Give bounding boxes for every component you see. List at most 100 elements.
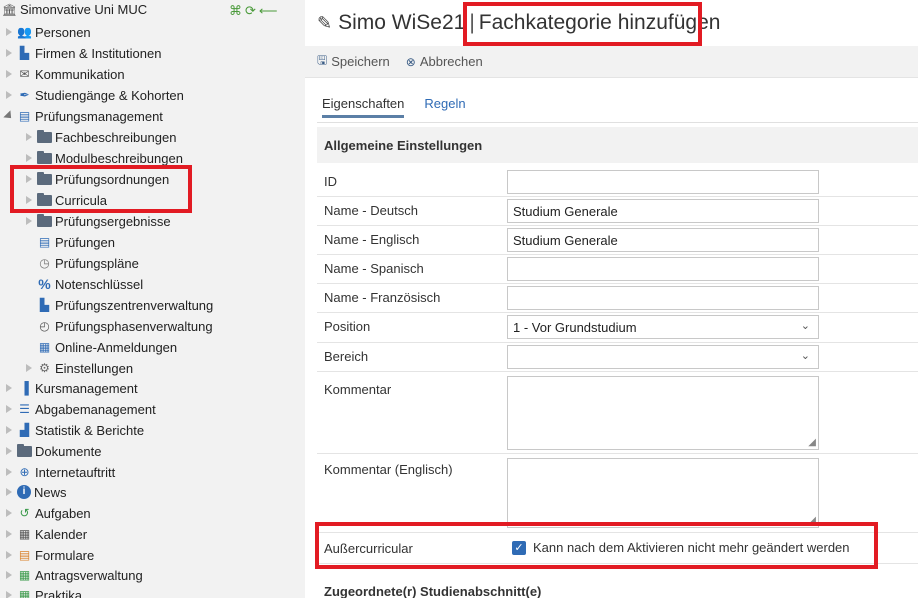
expand-arrow-icon[interactable] (4, 570, 14, 580)
sidebar-item-fachbeschreibungen[interactable]: Fachbeschreibungen (24, 127, 176, 147)
sidebar-item-label: Statistik & Berichte (35, 422, 145, 438)
name-en-field[interactable]: Studium Generale (507, 228, 819, 252)
id-field[interactable] (507, 170, 819, 194)
sidebar-item-curricula[interactable]: Curricula (24, 190, 107, 210)
form-row-name-es: Name - Spanisch (317, 255, 918, 284)
sidebar-item-notenschluessel[interactable]: % Notenschlüssel (24, 274, 143, 294)
sidebar-item-pruefungsplaene[interactable]: ◷ Prüfungspläne (24, 253, 139, 273)
sidebar-item-praktika[interactable]: ▦ Praktika (4, 585, 82, 598)
collapse-icon[interactable]: ⟵ (259, 4, 278, 17)
sidebar-item-personen[interactable]: 👥 Personen (4, 22, 91, 42)
sidebar-item-statistik[interactable]: ▟ Statistik & Berichte (4, 420, 144, 440)
sidebar-item-kalender[interactable]: ▦ Kalender (4, 524, 87, 544)
field-label: Außercurricular (324, 541, 413, 556)
info-icon: i (17, 485, 31, 499)
expand-arrow-icon[interactable] (24, 195, 34, 205)
tab-eigenschaften[interactable]: Eigenschaften (322, 96, 405, 118)
sidebar-item-dokumente[interactable]: Dokumente (4, 441, 101, 461)
sidebar-item-label: Fachbeschreibungen (55, 129, 177, 145)
expand-all-icon[interactable]: ⌘ (229, 4, 242, 17)
expand-arrow-icon[interactable] (24, 363, 34, 373)
folder-icon (17, 443, 32, 458)
timer-icon: ◴ (39, 319, 50, 333)
building-icon: ▙ (19, 46, 30, 60)
name-de-field[interactable]: Studium Generale (507, 199, 819, 223)
expand-arrow-icon[interactable] (4, 529, 14, 539)
expand-arrow-icon[interactable] (4, 487, 14, 497)
resize-handle-icon[interactable]: ◢ (808, 515, 816, 526)
section-heading-studienabschnitte: Zugeordnete(r) Studienabschnitt(e) (317, 576, 918, 598)
field-label: Kommentar (Englisch) (324, 462, 453, 477)
sidebar-item-label: Prüfungsphasenverwaltung (55, 318, 213, 334)
field-label: ID (324, 174, 337, 189)
percent-icon: % (38, 276, 51, 292)
sidebar-item-pruefungsordnungen[interactable]: Prüfungsordnungen (24, 169, 169, 189)
name-fr-field[interactable] (507, 286, 819, 310)
sidebar-item-modulbeschreibungen[interactable]: Modulbeschreibungen (24, 148, 183, 168)
sidebar-item-pruefungsmanagement[interactable]: ▤ Prüfungsmanagement (4, 106, 163, 126)
tab-regeln[interactable]: Regeln (424, 96, 465, 118)
form-row-bereich: Bereich ⌄ (317, 343, 918, 372)
save-button[interactable]: 🖫 Speichern (317, 51, 390, 72)
expand-arrow-icon[interactable] (4, 590, 14, 598)
gear-icon: ⚙ (39, 361, 50, 375)
sidebar-item-internetauftritt[interactable]: ⊕ Internetauftritt (4, 462, 115, 482)
expand-arrow-icon[interactable] (4, 48, 14, 58)
field-label: Name - Deutsch (324, 203, 418, 218)
folder-icon (37, 213, 52, 228)
toolbar: 🖫 Speichern ⊗ Abbrechen (305, 46, 918, 78)
expand-arrow-icon[interactable] (4, 90, 14, 100)
expand-arrow-icon[interactable] (24, 216, 34, 226)
title-separator: | (469, 11, 475, 34)
sidebar-item-formulare[interactable]: ▤ Formulare (4, 545, 94, 565)
expand-arrow-icon[interactable] (4, 550, 14, 560)
sidebar-item-pruefungsergebnisse[interactable]: Prüfungsergebnisse (24, 211, 171, 231)
sidebar-item-studiengaenge[interactable]: ✒ Studiengänge & Kohorten (4, 85, 183, 105)
form-icon: ▦ (38, 340, 51, 354)
section-heading-general: Allgemeine Einstellungen (317, 127, 918, 163)
expand-arrow-icon[interactable] (4, 383, 14, 393)
sidebar-item-einstellungen[interactable]: ⚙ Einstellungen (24, 358, 133, 378)
sidebar-item-label: Online-Anmeldungen (55, 339, 178, 355)
resize-handle-icon[interactable]: ◢ (808, 437, 816, 448)
position-select[interactable]: 1 - Vor Grundstudium ⌄ (507, 315, 819, 339)
expand-arrow-icon[interactable] (4, 425, 14, 435)
collapse-arrow-icon[interactable] (4, 111, 14, 121)
form-row-kommentar-en: Kommentar (Englisch) ◢ (317, 454, 918, 533)
ausser-checkbox[interactable]: ✓ (512, 541, 526, 555)
kommentar-en-textarea[interactable]: ◢ (507, 458, 819, 528)
expand-arrow-icon[interactable] (4, 446, 14, 456)
expand-arrow-icon[interactable] (4, 27, 14, 37)
name-es-field[interactable] (507, 257, 819, 281)
kommentar-textarea[interactable]: ◢ (507, 376, 819, 450)
sidebar-item-pruefungszentren[interactable]: ▙ Prüfungszentrenverwaltung (24, 295, 213, 315)
sidebar-item-label: Prüfungsordnungen (55, 171, 170, 187)
sidebar-item-aufgaben[interactable]: ↺ Aufgaben (4, 503, 91, 523)
sidebar-item-pruefungen[interactable]: ▤ Prüfungen (24, 232, 115, 252)
refresh-icon[interactable]: ⟳ (245, 4, 256, 17)
bereich-select[interactable]: ⌄ (507, 345, 819, 369)
expand-arrow-icon[interactable] (4, 467, 14, 477)
sidebar-item-label: Prüfungszentrenverwaltung (55, 297, 214, 313)
sidebar-root[interactable]: 🏛 Simonvative Uni MUC (2, 2, 147, 17)
expand-arrow-icon[interactable] (24, 174, 34, 184)
expand-arrow-icon[interactable] (24, 153, 34, 163)
expand-arrow-icon[interactable] (4, 404, 14, 414)
form-row-name-de: Name - Deutsch Studium Generale (317, 197, 918, 226)
sidebar-item-abgabemanagement[interactable]: ☰ Abgabemanagement (4, 399, 156, 419)
sidebar-item-online-anmeldungen[interactable]: ▦ Online-Anmeldungen (24, 337, 177, 357)
sidebar-item-label: Aufgaben (35, 505, 91, 521)
sidebar-item-kommunikation[interactable]: ✉ Kommunikation (4, 64, 124, 84)
sidebar-item-pruefungsphasen[interactable]: ◴ Prüfungsphasenverwaltung (24, 316, 213, 336)
sidebar-item-news[interactable]: i News (4, 482, 67, 502)
sidebar-item-kursmanagement[interactable]: ▐ Kursmanagement (4, 378, 137, 398)
expand-arrow-icon[interactable] (4, 69, 14, 79)
sidebar-item-antragsverwaltung[interactable]: ▦ Antragsverwaltung (4, 565, 143, 585)
sidebar-item-firmen[interactable]: ▙ Firmen & Institutionen (4, 43, 162, 63)
sidebar-item-label: Notenschlüssel (55, 276, 144, 292)
expand-arrow-icon[interactable] (4, 508, 14, 518)
expand-arrow-icon[interactable] (24, 132, 34, 142)
cancel-button[interactable]: ⊗ Abbrechen (406, 54, 483, 69)
sidebar-item-label: Prüfungsmanagement (35, 108, 163, 124)
sidebar-item-label: Prüfungen (55, 234, 115, 250)
